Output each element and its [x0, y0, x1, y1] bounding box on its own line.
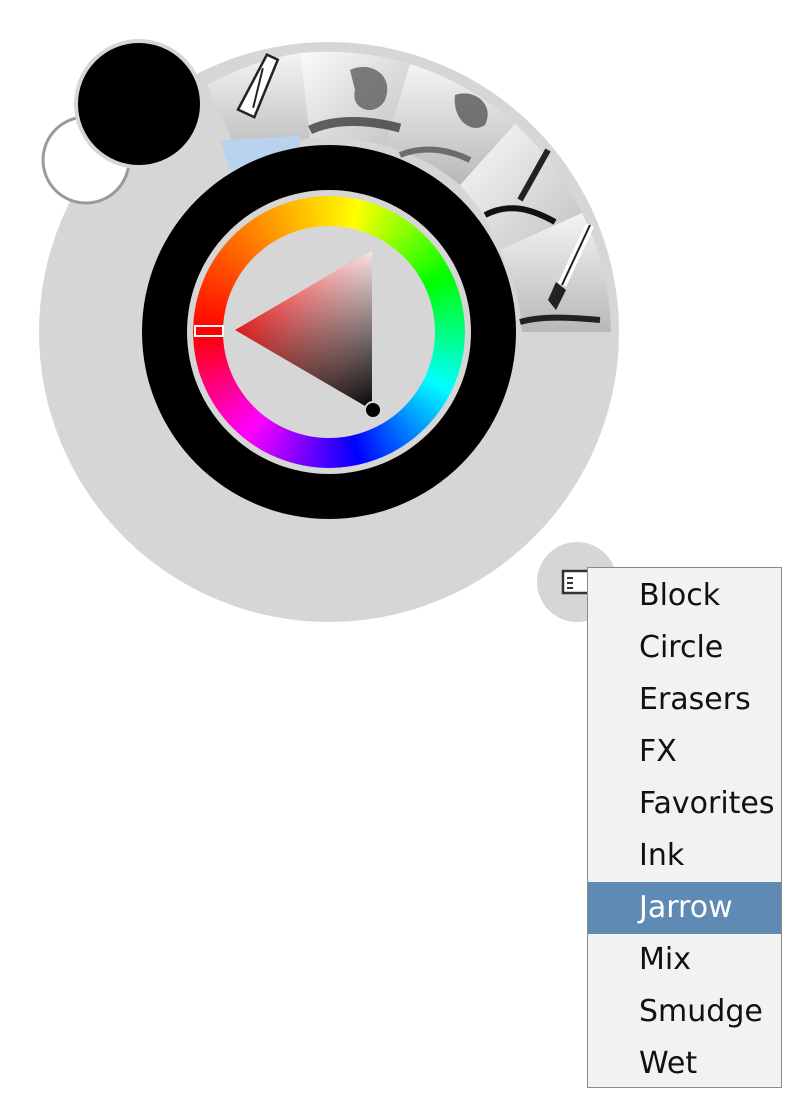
menu-item-favorites[interactable]: Favorites [588, 778, 781, 830]
menu-item-wet[interactable]: Wet [588, 1038, 781, 1090]
menu-item-ink[interactable]: Ink [588, 830, 781, 882]
menu-item-jarrow[interactable]: Jarrow [588, 882, 781, 934]
menu-item-smudge[interactable]: Smudge [588, 986, 781, 1038]
library-list-icon [561, 569, 591, 595]
menu-item-mix[interactable]: Mix [588, 934, 781, 986]
brush-popup-stage: Block Circle Erasers FX Favorites Ink Ja… [0, 0, 812, 1114]
menu-item-fx[interactable]: FX [588, 726, 781, 778]
menu-item-erasers[interactable]: Erasers [588, 674, 781, 726]
menu-item-circle[interactable]: Circle [588, 622, 781, 674]
color-picker-marker[interactable] [364, 401, 382, 419]
hue-marker[interactable] [194, 325, 224, 337]
primary-color-swatch[interactable] [74, 39, 204, 169]
brush-library-menu: Block Circle Erasers FX Favorites Ink Ja… [587, 567, 782, 1088]
menu-item-block[interactable]: Block [588, 570, 781, 622]
